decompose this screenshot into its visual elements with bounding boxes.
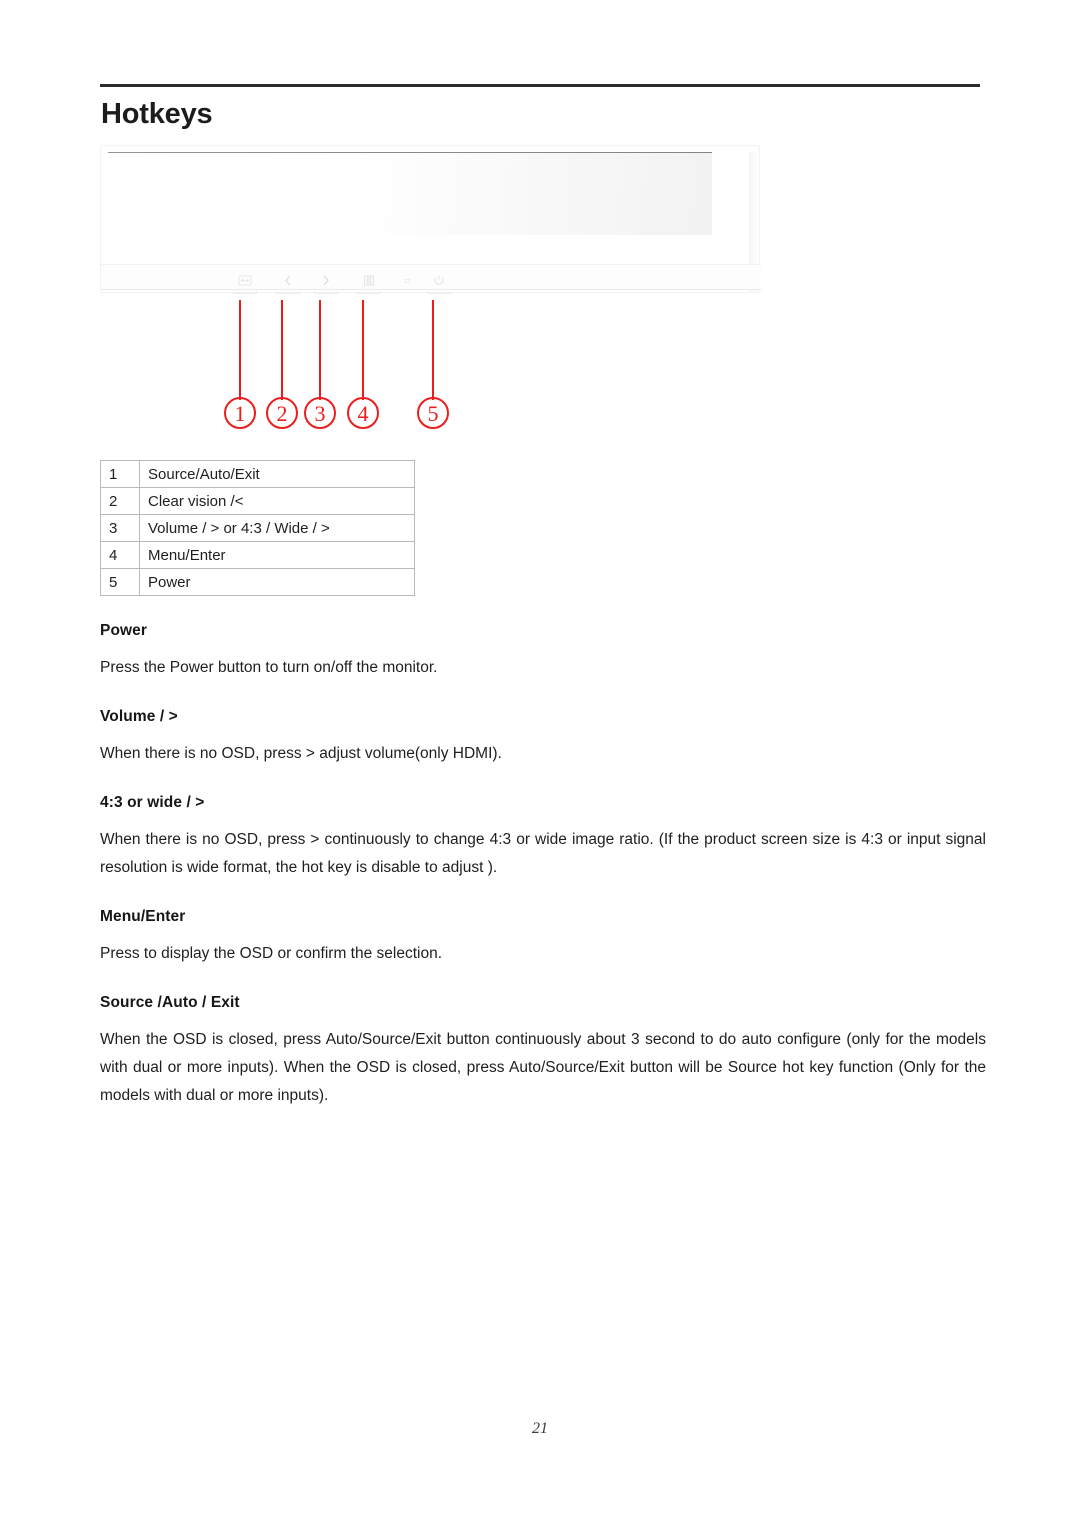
- leader-line-2: [281, 300, 283, 400]
- hotkey-descriptions: Power Press the Power button to turn on/…: [100, 622, 986, 1136]
- section-heading: Volume / >: [100, 708, 178, 725]
- callout-number-3: 3: [304, 397, 336, 429]
- table-row: 5 Power: [100, 568, 415, 596]
- section-menu-enter: Menu/Enter Press to display the OSD or c…: [100, 908, 986, 968]
- monitor-figure: 1 2 3 4 5: [95, 145, 795, 445]
- document-page: Hotkeys 1 2 3 4 5 1 Source/Auto/Exit 2 C…: [0, 0, 1080, 1527]
- source-button-outline: [233, 291, 257, 294]
- section-heading: Menu/Enter: [100, 908, 186, 925]
- monitor-screen: [108, 152, 712, 235]
- monitor-control-row: [101, 272, 761, 294]
- menu-icon[interactable]: [357, 272, 381, 294]
- table-row: 1 Source/Auto/Exit: [100, 460, 415, 488]
- power-icon[interactable]: [427, 272, 451, 294]
- table-cell-index: 2: [100, 487, 140, 515]
- section-volume: Volume / > When there is no OSD, press >…: [100, 708, 986, 768]
- table-row: 4 Menu/Enter: [100, 541, 415, 569]
- power-button-outline: [427, 291, 451, 294]
- section-body: When there is no OSD, press > adjust vol…: [100, 745, 502, 762]
- section-body: Press the Power button to turn on/off th…: [100, 659, 438, 676]
- leader-line-3: [319, 300, 321, 400]
- section-heading: 4:3 or wide / >: [100, 794, 205, 811]
- leader-line-1: [239, 300, 241, 400]
- callout-number-4: 4: [347, 397, 379, 429]
- table-row: 3 Volume / > or 4:3 / Wide / >: [100, 514, 415, 542]
- section-body: When the OSD is closed, press Auto/Sourc…: [100, 1031, 986, 1104]
- section-source-auto-exit: Source /Auto / Exit When the OSD is clos…: [100, 994, 986, 1110]
- led-dot: [405, 279, 410, 283]
- callout-number-2: 2: [266, 397, 298, 429]
- leader-line-4: [362, 300, 364, 400]
- hotkey-table: 1 Source/Auto/Exit 2 Clear vision /< 3 V…: [100, 460, 415, 596]
- section-power: Power Press the Power button to turn on/…: [100, 622, 986, 682]
- power-led-indicator: [397, 272, 419, 290]
- table-cell-description: Menu/Enter: [139, 541, 415, 569]
- table-cell-description: Source/Auto/Exit: [139, 460, 415, 488]
- source-auto-exit-icon[interactable]: [233, 272, 257, 294]
- section-heading: Source /Auto / Exit: [100, 994, 240, 1011]
- header-divider: [100, 84, 980, 87]
- menu-button-outline: [357, 291, 381, 294]
- right-arrow-icon[interactable]: [314, 272, 338, 294]
- section-aspect-ratio: 4:3 or wide / > When there is no OSD, pr…: [100, 794, 986, 882]
- monitor-body: [100, 145, 761, 294]
- leader-line-5: [432, 300, 434, 400]
- table-cell-index: 5: [100, 568, 140, 596]
- section-heading: Power: [100, 622, 148, 639]
- table-cell-description: Volume / > or 4:3 / Wide / >: [139, 514, 415, 542]
- section-body: When there is no OSD, press > continuous…: [100, 831, 986, 876]
- table-cell-index: 1: [100, 460, 140, 488]
- callout-number-5: 5: [417, 397, 449, 429]
- callout-number-1: 1: [224, 397, 256, 429]
- page-number: 21: [532, 1420, 548, 1437]
- table-row: 2 Clear vision /<: [100, 487, 415, 515]
- page-title: Hotkeys: [101, 98, 213, 130]
- left-button-outline: [276, 291, 300, 294]
- section-body: Press to display the OSD or confirm the …: [100, 945, 443, 962]
- right-button-outline: [314, 291, 338, 294]
- table-cell-index: 4: [100, 541, 140, 569]
- table-cell-description: Power: [139, 568, 415, 596]
- table-cell-index: 3: [100, 514, 140, 542]
- table-cell-description: Clear vision /<: [139, 487, 415, 515]
- left-arrow-icon[interactable]: [276, 272, 300, 294]
